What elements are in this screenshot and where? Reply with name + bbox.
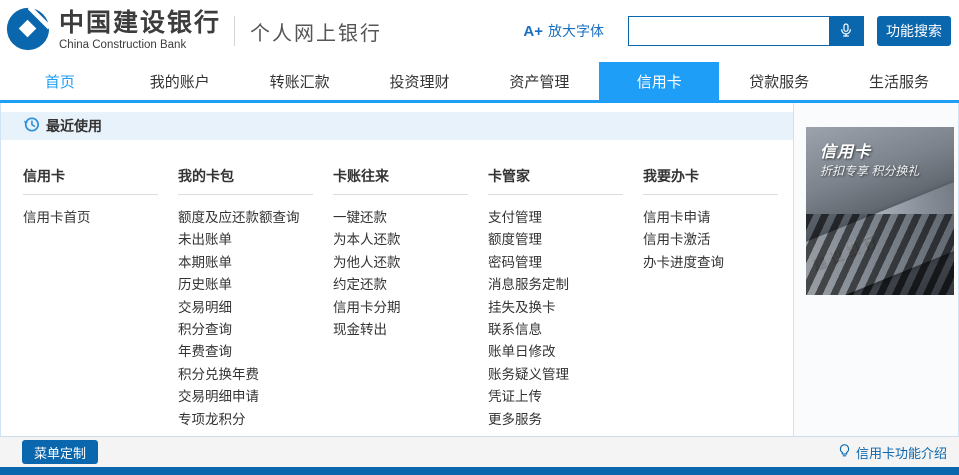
menu-link[interactable]: 本期账单 (178, 255, 232, 270)
menu-column-card-transactions: 卡账往来 一键还款 为本人还款 为他人还款 约定还款 信用卡分期 现金转出 (333, 166, 488, 431)
menu-link[interactable]: 消息服务定制 (488, 277, 569, 292)
menu-customize-button[interactable]: 菜单定制 (22, 440, 98, 464)
function-search-input[interactable] (629, 17, 829, 45)
menu-link[interactable]: 信用卡申请 (643, 210, 711, 225)
menu-link[interactable]: 账务疑义管理 (488, 367, 569, 382)
bank-name-block: 中国建设银行 China Construction Bank (59, 11, 221, 51)
menu-link[interactable]: 更多服务 (488, 412, 542, 427)
header-brand: 中国建设银行 China Construction Bank 个人网上银行 (0, 6, 382, 57)
menu-link[interactable]: 办卡进度查询 (643, 255, 724, 270)
credit-card-menu-panel: 最近使用 信用卡 信用卡首页 我的卡包 额度及应还款额查询 未出账单 (0, 103, 959, 436)
header-divider (234, 16, 235, 46)
promo-title: 信用卡 (820, 138, 871, 162)
menu-column-credit-card: 信用卡 信用卡首页 (23, 166, 178, 431)
bank-name: 中国建设银行 (59, 11, 221, 36)
ccb-logo-icon (5, 6, 51, 57)
tab-life-services[interactable]: 生活服务 (839, 62, 959, 100)
menu-link[interactable]: 联系信息 (488, 322, 542, 337)
menu-link[interactable]: 历史账单 (178, 277, 232, 292)
menu-link[interactable]: 为他人还款 (333, 255, 401, 270)
page: 中国建设银行 China Construction Bank 个人网上银行 A+… (0, 0, 959, 475)
lightbulb-icon (837, 443, 852, 461)
tab-credit-card[interactable]: 信用卡 (599, 62, 719, 100)
enlarge-font-link[interactable]: A+ 放大字体 (523, 21, 604, 41)
portal-title: 个人网上银行 (250, 17, 382, 46)
menu-link[interactable]: 交易明细申请 (178, 389, 259, 404)
menu-link[interactable]: 额度及应还款额查询 (178, 210, 300, 225)
menu-columns: 信用卡 信用卡首页 我的卡包 额度及应还款额查询 未出账单 本期账单 历史账单 … (1, 166, 793, 431)
menu-column-title: 卡账往来 (333, 166, 488, 186)
menu-main: 最近使用 信用卡 信用卡首页 我的卡包 额度及应还款额查询 未出账单 (1, 103, 793, 436)
tab-transfer-remittance[interactable]: 转账汇款 (240, 62, 360, 100)
promo-subtitle: 折扣专享 积分换礼 (820, 162, 919, 179)
credit-card-promo-banner[interactable]: 建设银行 信用卡 折扣专享 积分换礼 (806, 127, 954, 295)
header-tools: A+ 放大字体 功能搜索 (523, 16, 959, 46)
tab-asset-management[interactable]: 资产管理 (480, 62, 600, 100)
menu-link[interactable]: 账单日修改 (488, 344, 556, 359)
menu-column-my-cards: 我的卡包 额度及应还款额查询 未出账单 本期账单 历史账单 交易明细 积分查询 … (178, 166, 333, 431)
intro-link-label: 信用卡功能介绍 (856, 443, 947, 462)
tab-loan-services[interactable]: 贷款服务 (719, 62, 839, 100)
microphone-icon (838, 22, 854, 41)
menu-link[interactable]: 信用卡激活 (643, 232, 711, 247)
search-box (628, 16, 864, 46)
header: 中国建设银行 China Construction Bank 个人网上银行 A+… (0, 0, 959, 62)
recently-used-label: 最近使用 (46, 116, 102, 136)
menu-link[interactable]: 为本人还款 (333, 232, 401, 247)
menu-link[interactable]: 支付管理 (488, 210, 542, 225)
recently-used-bar: 最近使用 (1, 112, 793, 140)
bottom-strip (0, 467, 959, 475)
font-size-icon: A+ (523, 23, 543, 40)
main-nav: 首页 我的账户 转账汇款 投资理财 资产管理 信用卡 贷款服务 生活服务 (0, 62, 959, 103)
menu-link[interactable]: 一键还款 (333, 210, 387, 225)
menu-link[interactable]: 积分查询 (178, 322, 232, 337)
footer-bar: 菜单定制 信用卡功能介绍 (0, 436, 959, 467)
menu-link[interactable]: 信用卡分期 (333, 300, 401, 315)
column-divider (23, 194, 158, 195)
bank-name-english: China Construction Bank (59, 39, 221, 51)
menu-link[interactable]: 交易明细 (178, 300, 232, 315)
column-divider (643, 194, 778, 195)
menu-link[interactable]: 信用卡首页 (23, 210, 91, 225)
keyboard-image (806, 214, 954, 295)
enlarge-font-label: 放大字体 (548, 21, 604, 41)
menu-link[interactable]: 年费查询 (178, 344, 232, 359)
tab-home[interactable]: 首页 (0, 62, 120, 100)
menu-link[interactable]: 积分兑换年费 (178, 367, 259, 382)
menu-column-title: 我的卡包 (178, 166, 333, 186)
menu-column-title: 我要办卡 (643, 166, 798, 186)
menu-column-title: 卡管家 (488, 166, 643, 186)
promo-sidebar: 建设银行 信用卡 折扣专享 积分换礼 (793, 103, 958, 436)
menu-column-apply-card: 我要办卡 信用卡申请 信用卡激活 办卡进度查询 (643, 166, 798, 431)
credit-card-intro-link[interactable]: 信用卡功能介绍 (837, 443, 947, 462)
voice-search-button[interactable] (829, 17, 863, 45)
menu-link[interactable]: 专项龙积分 (178, 412, 246, 427)
menu-column-card-manager: 卡管家 支付管理 额度管理 密码管理 消息服务定制 挂失及换卡 联系信息 账单日… (488, 166, 643, 431)
tab-my-accounts[interactable]: 我的账户 (120, 62, 240, 100)
function-search-button[interactable]: 功能搜索 (877, 16, 951, 46)
menu-link[interactable]: 未出账单 (178, 232, 232, 247)
menu-link[interactable]: 现金转出 (333, 322, 387, 337)
menu-link[interactable]: 凭证上传 (488, 389, 542, 404)
column-divider (488, 194, 623, 195)
column-divider (178, 194, 313, 195)
column-divider (333, 194, 468, 195)
menu-link[interactable]: 密码管理 (488, 255, 542, 270)
menu-column-title: 信用卡 (23, 166, 178, 186)
history-clock-icon (23, 116, 40, 136)
tab-investment[interactable]: 投资理财 (360, 62, 480, 100)
menu-link[interactable]: 挂失及换卡 (488, 300, 556, 315)
menu-link[interactable]: 约定还款 (333, 277, 387, 292)
menu-link[interactable]: 额度管理 (488, 232, 542, 247)
